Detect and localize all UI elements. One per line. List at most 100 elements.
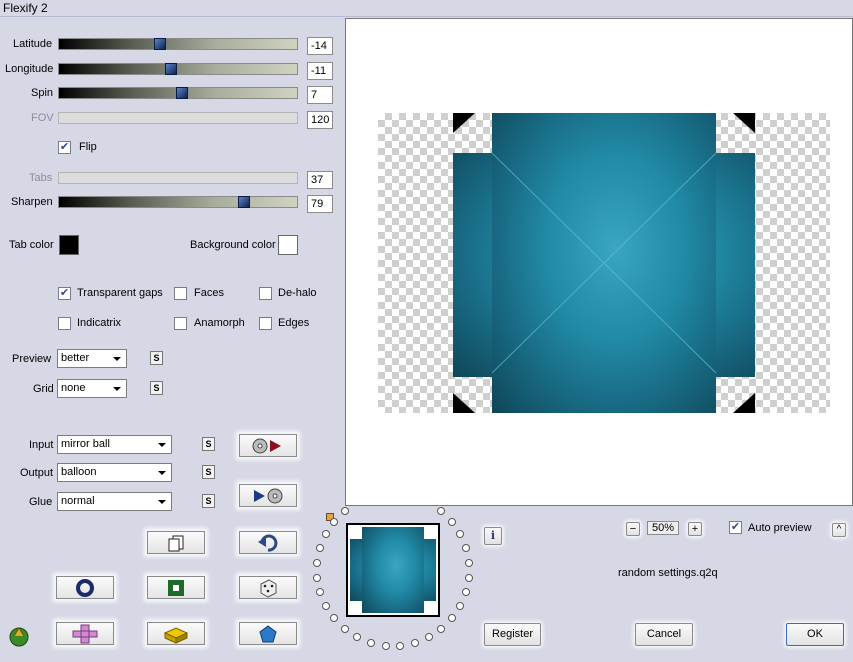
spin-slider-thumb[interactable]	[176, 87, 188, 99]
navigator-dial-dot[interactable]	[456, 530, 465, 539]
preview-s-button[interactable]: S	[150, 351, 163, 365]
faces-checkbox[interactable]	[174, 287, 187, 300]
spin-label: Spin	[31, 87, 54, 99]
tabs-slider	[58, 172, 298, 184]
collapse-button[interactable]: ^	[832, 523, 846, 537]
navigator-dial-dot[interactable]	[313, 558, 322, 567]
grid-s-button[interactable]: S	[150, 381, 163, 395]
transparent-gaps-label: Transparent gaps	[77, 287, 163, 299]
copy-button[interactable]	[147, 531, 205, 554]
navigator-dial-dot[interactable]	[353, 633, 362, 642]
navigator-dial-dot[interactable]	[437, 624, 446, 633]
navigator-dial-dot[interactable]	[340, 624, 349, 633]
auto-preview-label: Auto preview	[748, 522, 812, 534]
zoom-level: 50%	[647, 521, 679, 535]
anamorph-label: Anamorph	[194, 317, 245, 329]
zoom-in-button[interactable]: +	[688, 522, 702, 536]
sharpen-slider-thumb[interactable]	[238, 196, 250, 208]
tab-color-swatch[interactable]	[59, 235, 79, 255]
longitude-value[interactable]: -11	[307, 62, 333, 80]
navigator-dial-dot[interactable]	[396, 641, 405, 650]
sharpen-value[interactable]: 79	[307, 195, 333, 213]
navigator-dial-dot[interactable]	[437, 507, 446, 516]
navigator-dial-dot[interactable]	[455, 601, 464, 610]
navigator-dial-dot[interactable]	[411, 638, 420, 647]
output-label: Output	[20, 467, 54, 479]
navigator-dial-dot[interactable]	[464, 558, 473, 567]
spin-value[interactable]: 7	[307, 86, 333, 104]
randomize-button[interactable]	[239, 576, 297, 599]
navigator-dial-dot[interactable]	[461, 544, 470, 553]
sharpen-slider[interactable]	[58, 196, 298, 208]
frame-button[interactable]	[147, 576, 205, 599]
flip-checkbox[interactable]	[58, 141, 71, 154]
main-preview-canvas[interactable]	[345, 18, 853, 506]
output-s-button[interactable]: S	[202, 465, 215, 479]
input-s-button[interactable]: S	[202, 437, 215, 451]
edges-label: Edges	[278, 317, 310, 329]
navigator-dial-dot[interactable]	[316, 588, 325, 597]
navigator-dial-dot[interactable]	[366, 638, 375, 647]
navigator-dial-dot[interactable]	[330, 517, 339, 526]
square-frame-icon	[168, 579, 184, 596]
output-projection-select[interactable]: balloon	[57, 463, 172, 482]
navigator-dial-dot[interactable]	[447, 614, 456, 623]
cancel-button[interactable]: Cancel	[635, 623, 693, 646]
ok-button[interactable]: OK	[786, 623, 844, 646]
input-projection-select[interactable]: mirror ball	[57, 435, 172, 454]
navigator-thumbnail[interactable]	[346, 523, 440, 617]
navigator-dial-dot[interactable]	[316, 544, 325, 553]
navigator-dial-dot[interactable]	[424, 633, 433, 642]
latitude-value[interactable]: -14	[307, 37, 333, 55]
play-input-button[interactable]	[239, 434, 297, 457]
navigator-dial-dot[interactable]	[322, 601, 331, 610]
fov-value[interactable]: 120	[307, 111, 333, 129]
de-halo-checkbox[interactable]	[259, 287, 272, 300]
thumbnail-vertical	[362, 527, 424, 613]
longitude-label: Longitude	[5, 63, 54, 75]
corner-tabs	[453, 113, 755, 413]
play-output-button[interactable]	[239, 484, 297, 507]
navigator-dial-dot[interactable]	[313, 573, 322, 582]
longitude-slider-thumb[interactable]	[165, 63, 177, 75]
tile-button[interactable]	[56, 622, 114, 645]
anamorph-checkbox[interactable]	[174, 317, 187, 330]
tabs-value[interactable]: 37	[307, 171, 333, 189]
background-color-swatch[interactable]	[278, 235, 298, 255]
navigator-dial-dot[interactable]	[447, 517, 456, 526]
navigator-dial-dot[interactable]	[340, 507, 349, 516]
copy-icon	[168, 535, 184, 551]
navigator-dial-dot[interactable]	[464, 573, 473, 582]
latitude-slider-thumb[interactable]	[154, 38, 166, 50]
latitude-slider[interactable]	[58, 38, 298, 50]
zoom-out-button[interactable]: −	[626, 522, 640, 536]
spin-slider[interactable]	[58, 87, 298, 99]
auto-preview-checkbox[interactable]	[729, 521, 742, 534]
edges-checkbox[interactable]	[259, 317, 272, 330]
preset-name: random settings.q2q	[618, 567, 718, 579]
brick-button[interactable]	[147, 622, 205, 645]
pentagon-button[interactable]	[239, 622, 297, 645]
undo-button[interactable]	[239, 531, 297, 554]
glue-select[interactable]: normal	[57, 492, 172, 511]
circle-button[interactable]	[56, 576, 114, 599]
info-button[interactable]: i	[484, 527, 502, 545]
transparent-gaps-checkbox[interactable]	[58, 287, 71, 300]
undo-icon	[258, 534, 278, 552]
navigator-dial-dot[interactable]	[330, 614, 339, 623]
register-button[interactable]: Register	[484, 623, 541, 646]
sharpen-label: Sharpen	[11, 196, 53, 208]
de-halo-label: De-halo	[278, 287, 317, 299]
longitude-slider[interactable]	[58, 63, 298, 75]
tab-color-label: Tab color	[9, 239, 54, 251]
navigator-dial-dot[interactable]	[381, 641, 390, 650]
navigator-dial-dot[interactable]	[321, 530, 330, 539]
preview-quality-select[interactable]: better	[57, 349, 127, 368]
indicatrix-checkbox[interactable]	[58, 317, 71, 330]
output-projection-value: balloon	[61, 466, 97, 478]
glue-s-button[interactable]: S	[202, 494, 215, 508]
tabs-label: Tabs	[29, 172, 53, 184]
navigator-dial-dot[interactable]	[461, 588, 470, 597]
grid-select[interactable]: none	[57, 379, 127, 398]
preview-quality-value: better	[61, 352, 90, 364]
